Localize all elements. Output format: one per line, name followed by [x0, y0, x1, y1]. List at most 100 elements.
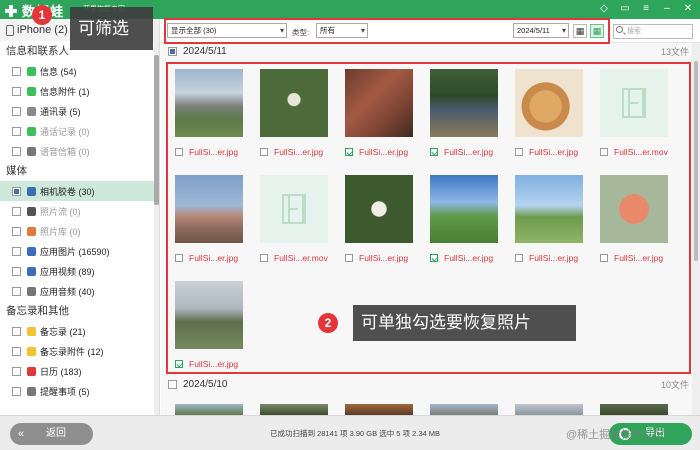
photo-thumbnail[interactable] [260, 69, 328, 137]
photo-thumbnail[interactable] [175, 281, 243, 349]
file-checkbox[interactable] [175, 148, 183, 156]
sidebar-item[interactable]: 信息附件 (1) [0, 81, 159, 101]
sidebar-item[interactable]: 备忘录附件 (12) [0, 341, 159, 361]
sidebar-item-checkbox[interactable] [12, 146, 21, 156]
photo-thumbnail[interactable] [600, 404, 668, 415]
main-scrollbar[interactable] [692, 43, 700, 415]
sidebar-item-checkbox[interactable] [12, 86, 21, 96]
date-select[interactable]: 2024/5/11 [513, 23, 569, 38]
back-button[interactable]: « 返回 [10, 423, 93, 445]
photo-thumbnail[interactable] [430, 175, 498, 243]
sidebar-item[interactable]: 信息 (54) [0, 61, 159, 81]
sidebar-item[interactable]: 照片流 (0) [0, 201, 159, 221]
file-checkbox[interactable] [515, 254, 523, 262]
sidebar-item[interactable]: 应用图片 (16590) [0, 241, 159, 261]
type-select[interactable]: 所有 [316, 23, 368, 38]
photo-thumbnail[interactable] [515, 69, 583, 137]
file-tile[interactable]: FullSi...er.jpg [422, 167, 502, 267]
sidebar-item-checkbox[interactable] [12, 326, 21, 336]
file-tile[interactable]: FullSi...er.jpg [337, 61, 417, 161]
photo-thumbnail[interactable] [345, 404, 413, 415]
sidebar-item-checkbox[interactable] [12, 386, 21, 396]
file-tile[interactable]: FullSi...er.jpg [507, 167, 587, 267]
group-checkbox[interactable] [168, 46, 177, 56]
file-tile[interactable]: FullSi...er.jpg [167, 273, 247, 373]
sidebar-item[interactable]: 语音信箱 (0) [0, 141, 159, 161]
file-name-row: FullSi...er.jpg [345, 147, 408, 157]
sidebar-item-checkbox[interactable] [12, 106, 21, 116]
main-scroll-thumb[interactable] [694, 61, 698, 261]
sidebar-item[interactable]: 提醒事项 (5) [0, 381, 159, 401]
photo-thumbnail[interactable] [345, 175, 413, 243]
sidebar-item-label: 备忘录附件 (12) [40, 346, 104, 357]
photo-thumbnail[interactable] [515, 404, 583, 415]
thumbnail-view-icon[interactable]: ▦ [590, 24, 604, 38]
sidebar-item[interactable]: 照片库 (0) [0, 221, 159, 241]
chat-icon[interactable]: ▭ [619, 2, 631, 16]
file-tile[interactable]: FullSi...er.mov [592, 61, 672, 161]
file-checkbox[interactable] [175, 254, 183, 262]
file-tile[interactable]: FullSi...er.jpg [337, 167, 417, 267]
photo-thumbnail[interactable] [600, 175, 668, 243]
sidebar-item[interactable]: 通话记录 (0) [0, 121, 159, 141]
main-panel: 显示全部 (30) 类型: 所有 2024/5/11 ▦ ▦ 搜索 2024/5… [161, 18, 700, 415]
video-thumbnail[interactable] [600, 69, 668, 137]
diamond-icon[interactable]: ◇ [598, 2, 610, 16]
photo-thumbnail[interactable] [345, 69, 413, 137]
sidebar-item[interactable]: 相机胶卷 (30) [0, 181, 159, 201]
file-checkbox[interactable] [175, 360, 183, 368]
sidebar-item[interactable]: 应用音频 (40) [0, 281, 159, 301]
sidebar-scrollbar[interactable] [154, 19, 159, 415]
file-checkbox[interactable] [260, 254, 268, 262]
file-tile[interactable]: FullSi...er.jpg [252, 61, 332, 161]
close-icon[interactable]: ✕ [682, 2, 694, 16]
photo-thumbnail[interactable] [430, 404, 498, 415]
sidebar-item-checkbox[interactable] [12, 66, 21, 76]
file-tile[interactable]: FullSi...er.jpg [422, 61, 502, 161]
file-name: FullSi...er.jpg [614, 253, 664, 263]
sidebar-item[interactable]: 通讯录 (5) [0, 101, 159, 121]
file-tile[interactable]: FullSi...er.jpg [592, 167, 672, 267]
file-checkbox[interactable] [260, 148, 268, 156]
sidebar-item-checkbox[interactable] [12, 266, 21, 276]
sidebar-item-checkbox[interactable] [12, 366, 21, 376]
file-tile[interactable]: FullSi...er.jpg [167, 61, 247, 161]
file-checkbox[interactable] [600, 148, 608, 156]
sidebar-item-checkbox[interactable] [12, 206, 21, 216]
file-tile[interactable]: FullSi...er.mov [252, 167, 332, 267]
file-name: FullSi...er.jpg [189, 147, 239, 157]
photo-thumbnail[interactable] [175, 69, 243, 137]
photo-thumbnail[interactable] [175, 404, 243, 415]
grid-view-icon[interactable]: ▦ [573, 24, 587, 38]
film-icon [282, 194, 306, 224]
menu-icon[interactable]: ≡ [640, 2, 652, 16]
sidebar-item-checkbox[interactable] [12, 346, 21, 356]
photo-thumbnail[interactable] [260, 404, 328, 415]
file-checkbox[interactable] [515, 148, 523, 156]
file-checkbox[interactable] [345, 254, 353, 262]
search-input[interactable]: 搜索 [613, 24, 693, 39]
file-checkbox[interactable] [600, 254, 608, 262]
photo-thumbnail[interactable] [515, 175, 583, 243]
file-checkbox[interactable] [345, 148, 353, 156]
sidebar-item-checkbox[interactable] [12, 126, 21, 136]
photo-thumbnail[interactable] [175, 175, 243, 243]
sidebar-item-checkbox[interactable] [12, 226, 21, 236]
sidebar-scroll-thumb[interactable] [154, 55, 159, 205]
sidebar-item-checkbox[interactable] [12, 286, 21, 296]
file-checkbox[interactable] [430, 254, 438, 262]
sidebar-item[interactable]: 应用视频 (89) [0, 261, 159, 281]
sidebar-item[interactable]: 备忘录 (21) [0, 321, 159, 341]
sidebar-item[interactable]: 日历 (183) [0, 361, 159, 381]
type-label: 类型: [292, 28, 310, 37]
sidebar-item-checkbox[interactable] [12, 186, 21, 196]
group-checkbox[interactable] [168, 379, 177, 389]
filter-select[interactable]: 显示全部 (30) [167, 23, 287, 38]
photo-thumbnail[interactable] [430, 69, 498, 137]
file-tile[interactable]: FullSi...er.jpg [167, 167, 247, 267]
video-thumbnail[interactable] [260, 175, 328, 243]
sidebar-item-checkbox[interactable] [12, 246, 21, 256]
file-checkbox[interactable] [430, 148, 438, 156]
file-tile[interactable]: FullSi...er.jpg [507, 61, 587, 161]
minimize-icon[interactable]: – [661, 2, 673, 16]
